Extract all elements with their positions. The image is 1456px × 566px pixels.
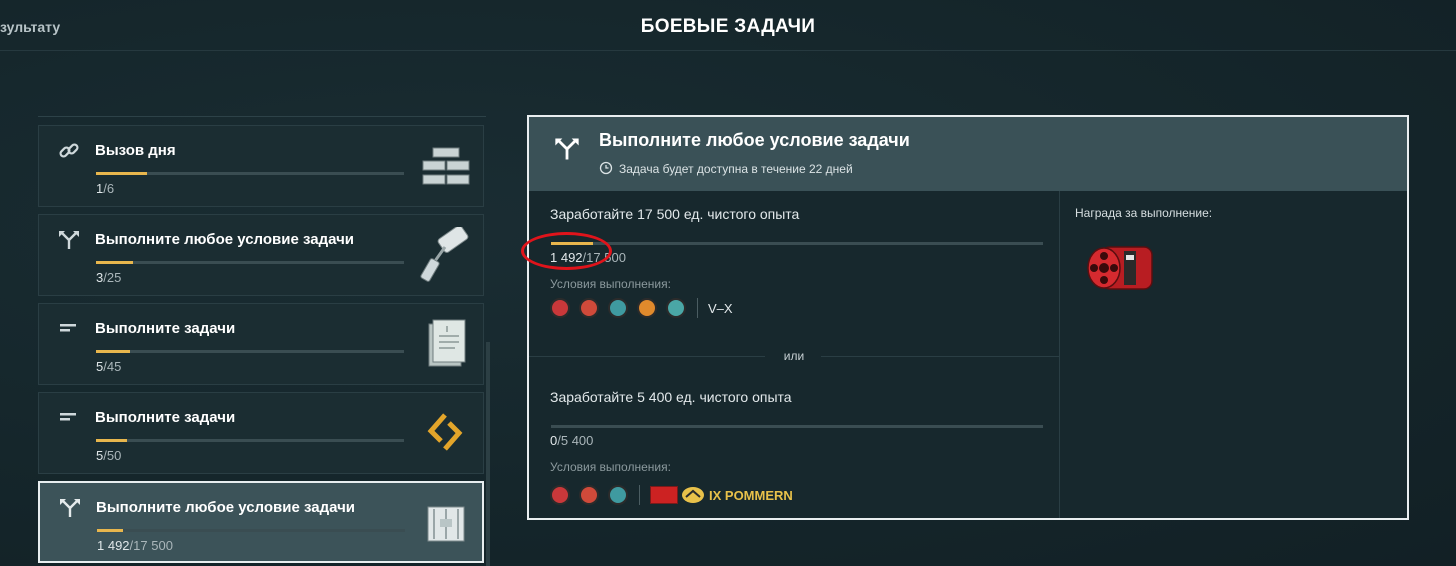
task-progress-bar: [96, 261, 404, 264]
requirements-icons: V–X: [550, 297, 733, 319]
fork-arrow-icon: [555, 138, 579, 160]
condition-progress-bar: [551, 242, 1043, 245]
task-progress-text: 5/50: [96, 448, 121, 463]
progress-fill: [97, 529, 124, 532]
progress-total: /5 400: [557, 433, 594, 448]
progress-total: /50: [103, 448, 122, 463]
progress-fill: [96, 350, 131, 353]
gold-emblem-icon: [427, 413, 463, 451]
condition-title: Заработайте 5 400 ед. чистого опыта: [550, 389, 792, 405]
requirements-label: Условия выполнения:: [550, 460, 671, 474]
chain-link-icon: [59, 143, 79, 158]
task-progress-bar: [96, 439, 404, 442]
task-card-any-condition[interactable]: Выполните любое условие задачи 3/25: [38, 214, 484, 296]
task-card-title: Выполните задачи: [95, 409, 236, 426]
premium-ship-icon: [682, 487, 704, 503]
task-card-title: Выполните задачи: [95, 320, 236, 337]
tier-range: V–X: [708, 300, 733, 316]
panel-header: Выполните любое условие задачи Задача бу…: [529, 117, 1407, 191]
task-card-daily-challenge[interactable]: Вызов дня 1/6: [38, 125, 484, 207]
task-list-icon: [60, 413, 76, 421]
cruiser-icon: [579, 485, 599, 505]
task-card-title: Выполните любое условие задачи: [95, 231, 355, 248]
task-card-complete-tasks[interactable]: Выполните задачи 5/45: [38, 303, 484, 385]
destroyer-icon: [550, 298, 570, 318]
condition-progress-text: 0/5 400: [550, 433, 593, 448]
fork-arrow-icon: [59, 231, 79, 249]
condition-title: Заработайте 17 500 ед. чистого опыта: [550, 206, 800, 222]
requirements-label: Условия выполнения:: [550, 277, 671, 291]
clock-icon: [599, 161, 613, 175]
battleship-icon: [608, 298, 628, 318]
aircraft-carrier-icon: [637, 298, 657, 318]
or-divider-left: [529, 356, 765, 357]
or-divider-right: [821, 356, 1059, 357]
task-progress-bar: [97, 529, 405, 532]
task-progress-bar: [96, 350, 404, 353]
divider: [639, 485, 640, 505]
progress-total: /45: [103, 359, 122, 374]
task-progress-text: 1/6: [96, 181, 114, 196]
task-detail-panel: Выполните любое условие задачи Задача бу…: [527, 115, 1409, 520]
panel-vertical-divider: [1059, 191, 1060, 518]
requirements-icons: IX POMMERN: [550, 484, 793, 506]
page-title: БОЕВЫЕ ЗАДАЧИ: [640, 16, 816, 37]
task-card-title: Вызов дня: [95, 142, 176, 159]
condition-progress-bar: [551, 425, 1043, 428]
availability-text: Задача будет доступна в течение 22 дней: [619, 162, 853, 176]
progress-total: /25: [103, 270, 122, 285]
panel-title: Выполните любое условие задачи: [599, 130, 910, 150]
divider: [697, 298, 698, 318]
task-progress-text: 1 492/17 500: [97, 538, 173, 553]
progress-done: 1 492: [97, 538, 130, 553]
progress-fill: [96, 261, 133, 264]
task-card-any-condition-selected[interactable]: Выполните любое условие задачи 1 492/17 …: [38, 481, 484, 563]
task-list-scrollbar[interactable]: [486, 342, 490, 566]
supply-container-icon: [427, 506, 465, 542]
list-divider: [38, 116, 486, 117]
task-progress-text: 5/45: [96, 359, 121, 374]
task-list-icon: [60, 324, 76, 332]
highlight-circle-annotation: [521, 232, 612, 270]
cruiser-icon: [579, 298, 599, 318]
nation-flag-icon: [650, 486, 678, 504]
steel-ingots-icon: [422, 147, 470, 185]
task-card-title: Выполните любое условие задачи: [96, 499, 356, 516]
fork-arrow-icon: [60, 499, 80, 517]
red-camouflage-drum-icon[interactable]: [1080, 239, 1168, 297]
reward-label: Награда за выполнение:: [1075, 206, 1213, 220]
document-icon: [428, 319, 466, 367]
progress-fill: [96, 439, 127, 442]
progress-total: /17 500: [129, 538, 173, 553]
battleship-icon: [608, 485, 628, 505]
task-card-complete-tasks[interactable]: Выполните задачи 5/50: [38, 392, 484, 474]
ship-name: IX POMMERN: [709, 487, 793, 503]
progress-total: /6: [103, 181, 115, 196]
top-bar: зультату БОЕВЫЕ ЗАДАЧИ: [0, 0, 1456, 51]
submarine-icon: [666, 298, 686, 318]
destroyer-icon: [550, 485, 570, 505]
or-label: или: [769, 349, 819, 363]
progress-fill: [96, 172, 148, 175]
task-progress-bar: [96, 172, 404, 175]
task-progress-text: 3/25: [96, 270, 121, 285]
paint-roller-icon: [420, 227, 469, 282]
